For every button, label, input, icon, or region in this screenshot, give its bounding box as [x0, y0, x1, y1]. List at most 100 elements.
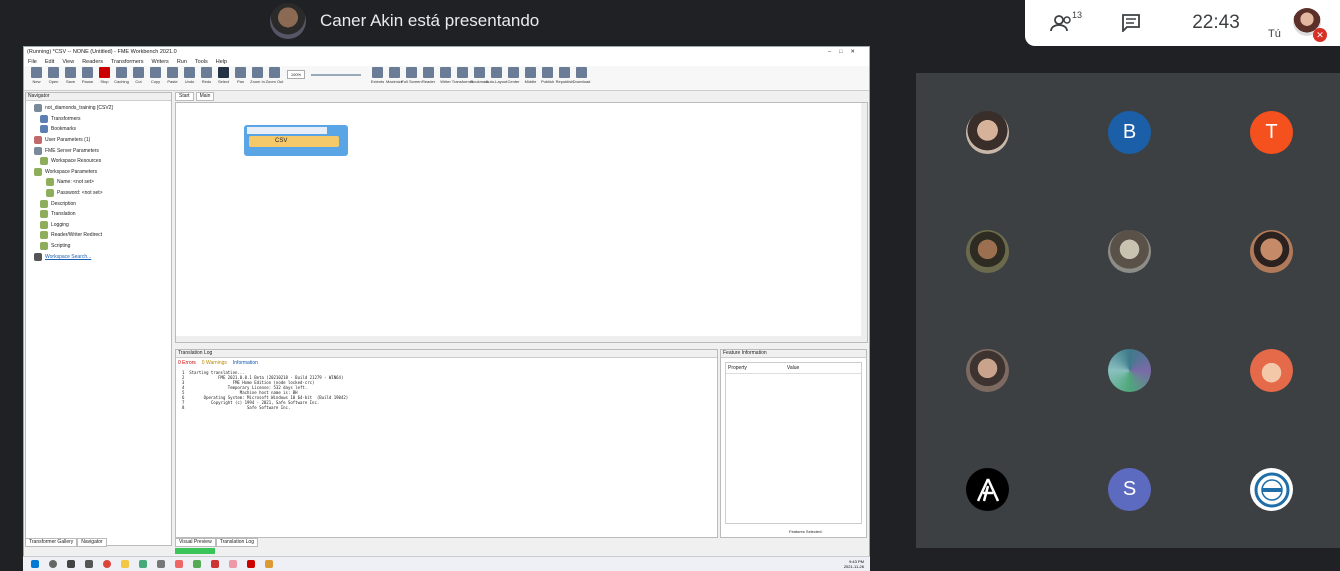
node-toolbar[interactable]	[247, 127, 327, 134]
toolbar-button-paste[interactable]: Paste	[164, 66, 181, 88]
app-icon[interactable]	[211, 560, 219, 568]
warnings-filter[interactable]: 0 Warnings	[202, 360, 227, 366]
toolbar-button-transformer[interactable]: Transformer	[452, 66, 473, 88]
tab-main[interactable]: Main	[195, 92, 215, 101]
menu-view[interactable]: View	[62, 59, 74, 65]
errors-filter[interactable]: 0 Errors	[178, 360, 196, 366]
app-icon[interactable]	[139, 560, 147, 568]
app-icon[interactable]	[175, 560, 183, 568]
canvas-vertical-scrollbar[interactable]	[861, 103, 867, 342]
toolbar-button-zoom-out[interactable]: Zoom Out	[266, 66, 283, 88]
toolbar-button-cut[interactable]: Cut	[130, 66, 147, 88]
toolbar-button-select[interactable]: Select	[215, 66, 232, 88]
toolbar-button-writer[interactable]: Writer	[437, 66, 454, 88]
toolbar-button-auto-layout[interactable]: Auto-Layout	[486, 66, 507, 88]
canvas-horizontal-scrollbar[interactable]	[176, 336, 867, 342]
workspace-canvas[interactable]: CSV	[175, 102, 868, 343]
app-icon[interactable]	[193, 560, 201, 568]
participant-tile-9[interactable]	[1250, 349, 1293, 392]
toolbar-button-redo[interactable]: Redo	[198, 66, 215, 88]
toolbar-button-center[interactable]: Center	[505, 66, 522, 88]
participants-button[interactable]: 13	[1037, 10, 1097, 31]
navigator-item[interactable]: Workspace Search...	[30, 251, 171, 262]
toolbar-button-new[interactable]: New	[28, 66, 45, 88]
navigator-item[interactable]: Workspace Resources	[30, 156, 171, 167]
participant-tile-7[interactable]	[966, 349, 1009, 392]
navigator-item[interactable]: Reader/Writer Redirect	[30, 230, 171, 241]
tab-start[interactable]: Start	[175, 92, 194, 101]
navigator-item[interactable]: User Parameters (1)	[30, 135, 171, 146]
self-view[interactable]: Tú ✕	[1261, 0, 1331, 46]
participant-tile-8[interactable]	[1108, 349, 1151, 392]
navigator-item[interactable]: not_diamonds_training [CSV2]	[30, 103, 171, 114]
file-explorer-icon[interactable]	[121, 560, 129, 568]
participant-tile-12[interactable]	[1250, 468, 1293, 511]
navigator-item[interactable]: Scripting	[30, 241, 171, 252]
toolbar-button-pause[interactable]: Pause	[79, 66, 96, 88]
toolbar-button-extents[interactable]: Extents	[369, 66, 386, 88]
navigator-item[interactable]: Bookmarks	[30, 124, 171, 135]
zoom-level-field[interactable]: 100%	[287, 70, 305, 79]
navigator-item[interactable]: Logging	[30, 220, 171, 231]
search-icon[interactable]	[49, 560, 57, 568]
participant-tile-10[interactable]	[966, 468, 1009, 511]
participant-tile-6[interactable]	[1250, 230, 1293, 273]
start-button-icon[interactable]	[31, 560, 39, 568]
tab-translation-log[interactable]: Translation Log	[215, 538, 258, 547]
menu-tools[interactable]: Tools	[195, 59, 208, 65]
toolbar-button-undo[interactable]: Undo	[181, 66, 198, 88]
toolbar-button-open[interactable]: Open	[45, 66, 62, 88]
chat-button[interactable]	[1111, 14, 1151, 32]
zoom-slider[interactable]	[311, 74, 361, 76]
window-controls[interactable]: –□✕	[828, 49, 863, 55]
tab-transformer-gallery[interactable]: Transformer Gallery	[25, 538, 78, 547]
toolbar-button-middle[interactable]: Middle	[522, 66, 539, 88]
toolbar-button-copy[interactable]: Copy	[147, 66, 164, 88]
navigator-item[interactable]: Description	[30, 198, 171, 209]
menu-file[interactable]: File	[28, 59, 37, 65]
navigator-item[interactable]: Translation	[30, 209, 171, 220]
menu-run[interactable]: Run	[177, 59, 187, 65]
app-icon[interactable]	[265, 560, 273, 568]
csv-reader-node[interactable]: CSV	[244, 125, 348, 156]
tab-visual-preview[interactable]: Visual Preview	[175, 538, 216, 547]
menu-help[interactable]: Help	[216, 59, 227, 65]
participant-tile-5[interactable]	[1108, 230, 1151, 273]
menu-readers[interactable]: Readers	[82, 59, 103, 65]
acrobat-icon[interactable]	[247, 560, 255, 568]
participant-tile-2[interactable]: B	[1108, 111, 1151, 154]
toolbar-button-pan[interactable]: Pan	[232, 66, 249, 88]
toolbar-button-zoom-in[interactable]: Zoom In	[249, 66, 266, 88]
menu-writers[interactable]: Writers	[151, 59, 168, 65]
toolbar-button-republish[interactable]: Republish	[556, 66, 573, 88]
toolbar-button-maximize[interactable]: Maximize	[386, 66, 403, 88]
navigator-item[interactable]: Password: <not set>	[30, 188, 171, 199]
toolbar-button-save[interactable]: Save	[62, 66, 79, 88]
toolbar-button-bookmark[interactable]: Bookmark	[471, 66, 489, 88]
menu-transformers[interactable]: Transformers	[111, 59, 144, 65]
navigator-item[interactable]: Transformers	[30, 114, 171, 125]
toolbar-button-publish[interactable]: Publish	[539, 66, 556, 88]
widgets-icon[interactable]	[85, 560, 93, 568]
information-filter[interactable]: Information	[233, 360, 258, 366]
toolbar-button-full-screen[interactable]: Full Screen	[401, 66, 422, 88]
navigator-item[interactable]: FME Server Parameters	[30, 145, 171, 156]
menu-edit[interactable]: Edit	[45, 59, 54, 65]
chrome-icon[interactable]	[103, 560, 111, 568]
participant-tile-4[interactable]	[966, 230, 1009, 273]
toolbar-label: Maximize	[386, 79, 403, 84]
task-view-icon[interactable]	[67, 560, 75, 568]
tab-navigator[interactable]: Navigator	[77, 538, 107, 547]
navigator-item[interactable]: Workspace Parameters	[30, 167, 171, 178]
participant-tile-3[interactable]: T	[1250, 111, 1293, 154]
navigator-item[interactable]: Name: <not set>	[30, 177, 171, 188]
participant-tile-1[interactable]	[966, 111, 1009, 154]
toolbar-button-reader[interactable]: Reader	[420, 66, 437, 88]
toolbar-button-download[interactable]: Download	[573, 66, 590, 88]
toolbar-icon	[167, 67, 178, 78]
fme-icon[interactable]	[229, 560, 237, 568]
participant-tile-11[interactable]: S	[1108, 468, 1151, 511]
toolbar-button-caching[interactable]: Caching	[113, 66, 130, 88]
settings-icon[interactable]	[157, 560, 165, 568]
toolbar-button-stop[interactable]: Stop	[96, 66, 113, 88]
